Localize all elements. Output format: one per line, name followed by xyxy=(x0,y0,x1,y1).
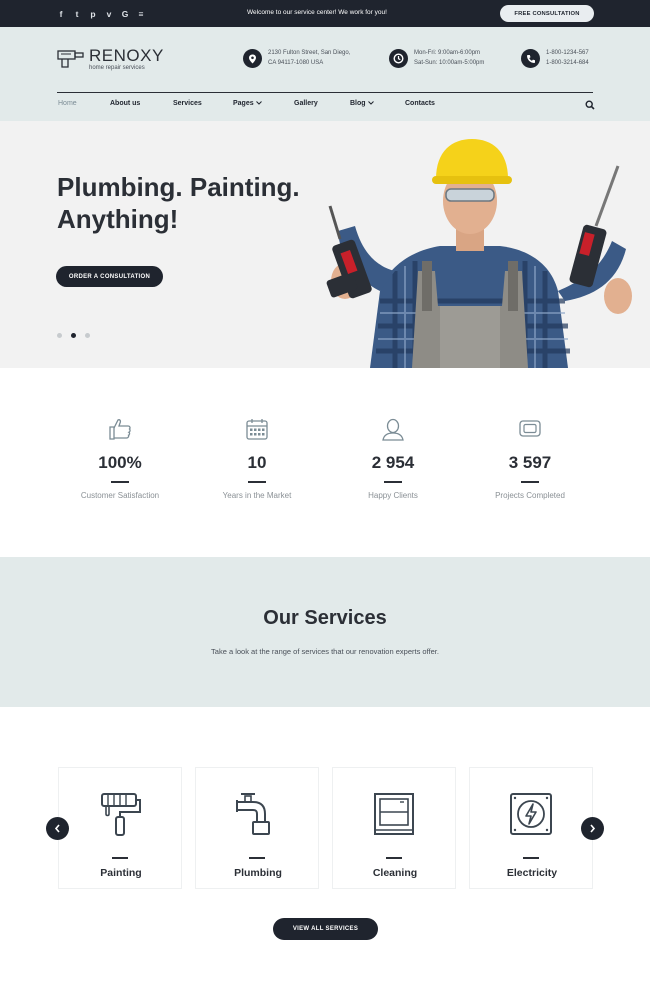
clock-icon xyxy=(389,49,408,68)
thumbs-up-icon xyxy=(109,419,131,440)
card-divider xyxy=(249,857,265,859)
slider-dot-active[interactable] xyxy=(71,333,76,338)
nav-item-pages[interactable]: Pages xyxy=(233,100,262,107)
drill-logo-icon xyxy=(57,50,84,68)
top-bar: f t p v G ≡ Welcome to our service cente… xyxy=(0,0,650,27)
card-label: Cleaning xyxy=(372,867,418,879)
stat-label: Happy Clients xyxy=(368,490,418,500)
hours-info: Mon-Fri: 9:00am-6:00pm Sat-Sun: 10:00am-… xyxy=(389,49,484,68)
main-nav: Home About us Services Pages Gallery Blo… xyxy=(57,100,597,112)
chevron-down-icon xyxy=(367,101,374,105)
phone-1[interactable]: 1-800-1234-567 xyxy=(546,49,589,59)
nav-item-gallery[interactable]: Gallery xyxy=(294,100,318,107)
slider-dots xyxy=(57,333,90,338)
slider-dot[interactable] xyxy=(57,333,62,338)
stat-label: Years in the Market xyxy=(222,490,292,500)
stat-value: 3 597 xyxy=(508,453,552,472)
pipe-icon xyxy=(236,793,270,835)
nav-item-services[interactable]: Services xyxy=(173,100,202,107)
chevron-left-icon xyxy=(54,824,60,833)
paint-roller-icon xyxy=(101,793,141,836)
card-divider xyxy=(112,857,128,859)
stat-divider xyxy=(384,481,402,483)
order-consultation-button[interactable]: ORDER A CONSULTATION xyxy=(56,266,163,287)
search-icon[interactable] xyxy=(585,100,595,110)
nav-divider xyxy=(57,92,593,93)
section-subtitle: Take a look at the range of services tha… xyxy=(211,647,439,656)
card-divider xyxy=(523,857,539,859)
services-carousel: Painting Plumbing Cleaning Electricity V… xyxy=(0,707,650,984)
stat-projects: 3 597 Projects Completed xyxy=(465,416,595,500)
stat-label: Projects Completed xyxy=(495,490,565,500)
phone-icon xyxy=(521,49,540,68)
address-info: 2130 Fulton Street, San Diego, CA 94117-… xyxy=(243,49,350,68)
stat-divider xyxy=(111,481,129,483)
free-consultation-button[interactable]: FREE CONSULTATION xyxy=(500,5,594,22)
section-title: Our Services xyxy=(263,607,387,629)
nav-pages-label: Pages xyxy=(233,100,254,107)
hero-title: Plumbing. Painting. Anything! xyxy=(57,172,300,234)
service-card-cleaning[interactable]: Cleaning xyxy=(332,767,456,889)
view-all-services-button[interactable]: VIEW ALL SERVICES xyxy=(273,918,378,940)
card-divider xyxy=(386,857,402,859)
nav-item-blog[interactable]: Blog xyxy=(350,100,374,107)
calendar-icon xyxy=(246,419,268,440)
rss-icon[interactable]: ≡ xyxy=(137,9,145,19)
user-icon xyxy=(382,418,404,441)
logo[interactable]: RENOXY home repair services xyxy=(57,47,164,71)
nav-item-about[interactable]: About us xyxy=(110,100,140,107)
welcome-text: Welcome to our service center! We work f… xyxy=(247,9,387,16)
social-links: f t p v G ≡ xyxy=(57,0,145,27)
monitor-icon xyxy=(519,420,541,437)
worker-with-drills-image xyxy=(326,139,632,368)
vimeo-icon[interactable]: v xyxy=(105,9,113,19)
header: RENOXY home repair services 2130 Fulton … xyxy=(0,27,650,121)
pinterest-icon[interactable]: p xyxy=(89,9,97,19)
location-pin-icon xyxy=(243,49,262,68)
slider-dot[interactable] xyxy=(85,333,90,338)
card-label: Plumbing xyxy=(234,867,282,879)
address-line-2: CA 94117-1080 USA xyxy=(268,59,324,66)
service-card-plumbing[interactable]: Plumbing xyxy=(195,767,319,889)
page: f t p v G ≡ Welcome to our service cente… xyxy=(0,0,650,984)
twitter-icon[interactable]: t xyxy=(73,9,81,19)
stat-divider xyxy=(521,481,539,483)
carousel-prev-button[interactable] xyxy=(46,817,69,840)
nav-item-home[interactable]: Home xyxy=(58,100,77,107)
card-label: Electricity xyxy=(506,867,558,879)
services-header: Our Services Take a look at the range of… xyxy=(0,557,650,707)
phone-2[interactable]: 1-800-3214-684 xyxy=(546,59,589,69)
chevron-right-icon xyxy=(590,824,596,833)
stat-customer-satisfaction: 100% Customer Satisfaction xyxy=(55,416,185,500)
facebook-icon[interactable]: f xyxy=(57,9,65,19)
stat-value: 2 954 xyxy=(371,453,415,472)
stat-happy-clients: 2 954 Happy Clients xyxy=(328,416,458,500)
carousel-next-button[interactable] xyxy=(581,817,604,840)
stat-years: 10 Years in the Market xyxy=(192,416,322,500)
stat-divider xyxy=(248,481,266,483)
stat-label: Customer Satisfaction xyxy=(80,490,160,500)
electric-box-icon xyxy=(510,793,552,835)
service-card-electricity[interactable]: Electricity xyxy=(469,767,593,889)
phone-info: 1-800-1234-567 1-800-3214-684 xyxy=(521,49,589,68)
hours-weekdays: Mon-Fri: 9:00am-6:00pm xyxy=(414,50,481,56)
service-card-painting[interactable]: Painting xyxy=(58,767,182,889)
hours-weekend: Sat-Sun: 10:00am-5:00pm xyxy=(414,59,485,66)
nav-item-contacts[interactable]: Contacts xyxy=(405,100,435,107)
logo-name: RENOXY xyxy=(89,46,164,65)
stats-section: 100% Customer Satisfaction 10 Years in t… xyxy=(0,368,650,557)
window-icon xyxy=(374,793,414,835)
google-icon[interactable]: G xyxy=(121,9,129,19)
chevron-down-icon xyxy=(255,101,262,105)
address-line-1: 2130 Fulton Street, San Diego, xyxy=(268,50,351,56)
logo-tagline: home repair services xyxy=(89,65,145,71)
stat-value: 100% xyxy=(98,453,142,472)
card-label: Painting xyxy=(100,867,142,879)
stat-value: 10 xyxy=(247,453,267,472)
nav-blog-label: Blog xyxy=(350,100,366,107)
hero-slider: Plumbing. Painting. Anything! ORDER A CO… xyxy=(0,121,650,368)
